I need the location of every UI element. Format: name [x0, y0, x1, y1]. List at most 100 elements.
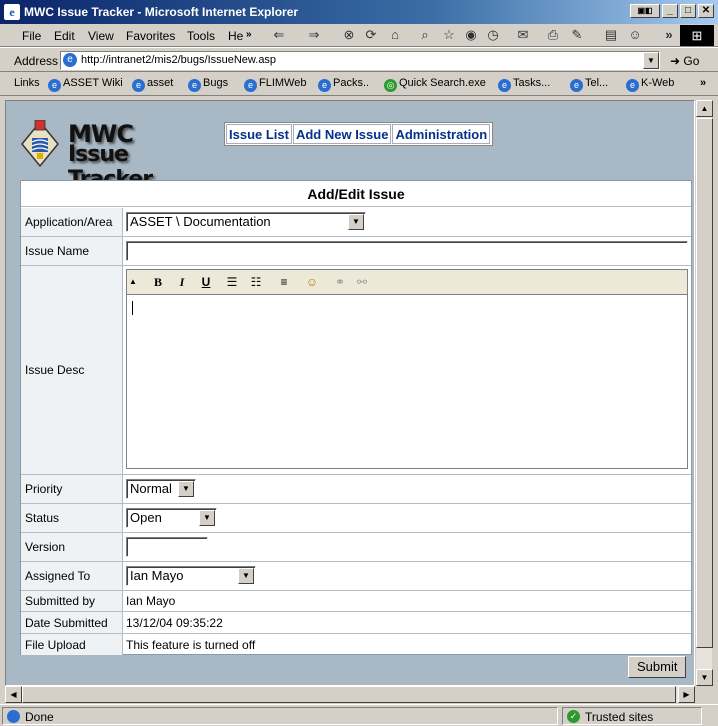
- submit-button[interactable]: Submit: [628, 656, 687, 678]
- address-input[interactable]: e http://intranet2/mis2/bugs/IssueNew.as…: [60, 51, 660, 70]
- link-tasks[interactable]: e Tasks...: [498, 77, 550, 92]
- issue-name-input[interactable]: [126, 241, 688, 261]
- vertical-scrollbar[interactable]: ▲ ▼: [695, 100, 713, 686]
- maximize-button[interactable]: □: [680, 4, 696, 18]
- area-selected-value: ASSET \ Documentation: [130, 214, 271, 229]
- version-input[interactable]: [126, 537, 208, 557]
- page-icon: [7, 710, 20, 723]
- smiley-icon[interactable]: ☺: [303, 274, 321, 290]
- issue-form: Add/Edit Issue Application/Area ASSET \ …: [20, 180, 692, 655]
- link-k-web[interactable]: e K-Web: [626, 77, 674, 92]
- menu-help[interactable]: He: [228, 29, 243, 43]
- form-heading: Add/Edit Issue: [21, 181, 691, 207]
- rich-text-editor[interactable]: ▲ B I U ☰ ☷ ≡ ☺ ⚭ ⚯: [126, 269, 688, 469]
- chevron-down-icon[interactable]: ▼: [178, 481, 194, 497]
- assigned-to-select[interactable]: Ian Mayo ▼: [126, 566, 256, 586]
- history-icon[interactable]: ◷: [484, 27, 502, 43]
- version-label: Version: [21, 533, 123, 561]
- search-icon[interactable]: ⌕: [416, 27, 434, 43]
- discuss-icon[interactable]: ▤: [602, 27, 620, 43]
- row-issue-name: Issue Name: [21, 237, 691, 266]
- address-label: Address: [14, 54, 59, 68]
- underline-button[interactable]: U: [197, 274, 215, 290]
- status-label: Status: [21, 504, 123, 532]
- scroll-corner: [695, 686, 712, 703]
- go-button[interactable]: ➜ Go: [670, 54, 699, 68]
- menu-overflow-icon[interactable]: »: [246, 29, 252, 40]
- file-upload-value: This feature is turned off: [126, 637, 256, 652]
- area-select[interactable]: ASSET \ Documentation ▼: [126, 212, 366, 232]
- links-overflow-icon[interactable]: »: [700, 77, 706, 89]
- bullet-list-icon[interactable]: ☷: [247, 274, 265, 290]
- back-icon[interactable]: ⇐: [270, 27, 288, 43]
- chevron-down-icon[interactable]: ▼: [199, 510, 215, 526]
- row-issue-desc: Issue Desc ▲ B I U ☰ ☷ ≡ ☺ ⚭ ⚯: [21, 266, 691, 475]
- issue-name-label: Issue Name: [21, 237, 123, 265]
- status-select[interactable]: Open ▼: [126, 508, 217, 528]
- link-asset-wiki[interactable]: e ASSET Wiki: [48, 77, 123, 92]
- row-date-submitted: Date Submitted 13/12/04 09:35:22: [21, 612, 691, 634]
- row-area: Application/Area ASSET \ Documentation ▼: [21, 208, 691, 237]
- link-packs[interactable]: e Packs..: [318, 77, 369, 92]
- menu-tools[interactable]: Tools: [187, 29, 215, 43]
- minimize-button[interactable]: _: [662, 4, 678, 18]
- row-version: Version: [21, 533, 691, 562]
- link-page-icon: e: [244, 79, 257, 92]
- extra-icons: ▣◧: [630, 4, 660, 18]
- print-icon[interactable]: ⎙: [544, 27, 562, 43]
- scroll-up-icon[interactable]: ▲: [696, 100, 713, 117]
- go-label: Go: [683, 54, 700, 68]
- menu-favorites[interactable]: Favorites: [126, 29, 175, 43]
- italic-button[interactable]: I: [173, 274, 191, 290]
- menu-view[interactable]: View: [88, 29, 114, 43]
- link-page-icon: e: [498, 79, 511, 92]
- address-dropdown-icon[interactable]: ▼: [643, 52, 659, 69]
- home-icon[interactable]: ⌂: [386, 27, 404, 43]
- title-bar: e MWC Issue Tracker - Microsoft Internet…: [0, 0, 718, 24]
- link-label: Packs..: [333, 77, 370, 89]
- chevron-down-icon[interactable]: ▼: [348, 214, 364, 230]
- edit-icon[interactable]: ✎: [568, 27, 586, 43]
- refresh-icon[interactable]: ⟳: [362, 27, 380, 43]
- editor-toolbar: ▲ B I U ☰ ☷ ≡ ☺ ⚭ ⚯: [127, 270, 687, 295]
- ordered-list-icon[interactable]: ☰: [223, 274, 241, 290]
- mail-icon[interactable]: ✉: [514, 27, 532, 43]
- forward-icon[interactable]: ⇒: [305, 27, 323, 43]
- link-icon[interactable]: ⚭: [331, 274, 349, 290]
- menu-file[interactable]: File: [22, 29, 41, 43]
- horizontal-scrollbar[interactable]: ◀ ▶: [5, 686, 695, 703]
- link-page-icon: e: [626, 79, 639, 92]
- link-page-icon: e: [132, 79, 145, 92]
- stop-icon[interactable]: ⊗: [340, 27, 358, 43]
- nav-administration[interactable]: Administration: [392, 124, 491, 144]
- vertical-scroll-thumb[interactable]: [696, 118, 713, 648]
- chevron-down-icon[interactable]: ▼: [238, 568, 254, 584]
- scroll-right-icon[interactable]: ▶: [678, 686, 695, 703]
- horizontal-scroll-thumb[interactable]: [22, 686, 676, 703]
- link-bugs[interactable]: e Bugs: [188, 77, 228, 92]
- nav-issue-list[interactable]: Issue List: [226, 124, 292, 144]
- priority-select[interactable]: Normal ▼: [126, 479, 196, 499]
- link-quick-search[interactable]: ◎ Quick Search.exe: [384, 77, 486, 92]
- ie-logo-icon: e: [4, 4, 20, 20]
- link-tel[interactable]: e Tel...: [570, 77, 608, 92]
- nav-add-new-issue[interactable]: Add New Issue: [292, 124, 392, 144]
- search-app-icon: ◎: [384, 79, 397, 92]
- close-button[interactable]: ✕: [698, 4, 714, 18]
- messenger-icon[interactable]: ☺: [626, 27, 644, 43]
- favorites-icon[interactable]: ☆: [440, 27, 458, 43]
- address-url[interactable]: http://intranet2/mis2/bugs/IssueNew.asp: [81, 54, 276, 66]
- row-priority: Priority Normal ▼: [21, 475, 691, 504]
- media-icon[interactable]: ◉: [462, 27, 480, 43]
- toolbar-overflow-icon[interactable]: »: [660, 27, 678, 43]
- link-flimweb[interactable]: e FLIMWeb: [244, 77, 306, 92]
- link-asset[interactable]: e asset: [132, 77, 173, 92]
- indent-icon[interactable]: ≡: [275, 274, 293, 290]
- scroll-left-icon[interactable]: ◀: [5, 686, 22, 703]
- windows-logo-icon: ⊞: [680, 25, 714, 46]
- menu-edit[interactable]: Edit: [54, 29, 75, 43]
- bold-button[interactable]: B: [149, 274, 167, 290]
- issue-desc-textarea[interactable]: [127, 296, 687, 468]
- scroll-down-icon[interactable]: ▼: [696, 669, 713, 686]
- unlink-icon[interactable]: ⚯: [353, 274, 371, 290]
